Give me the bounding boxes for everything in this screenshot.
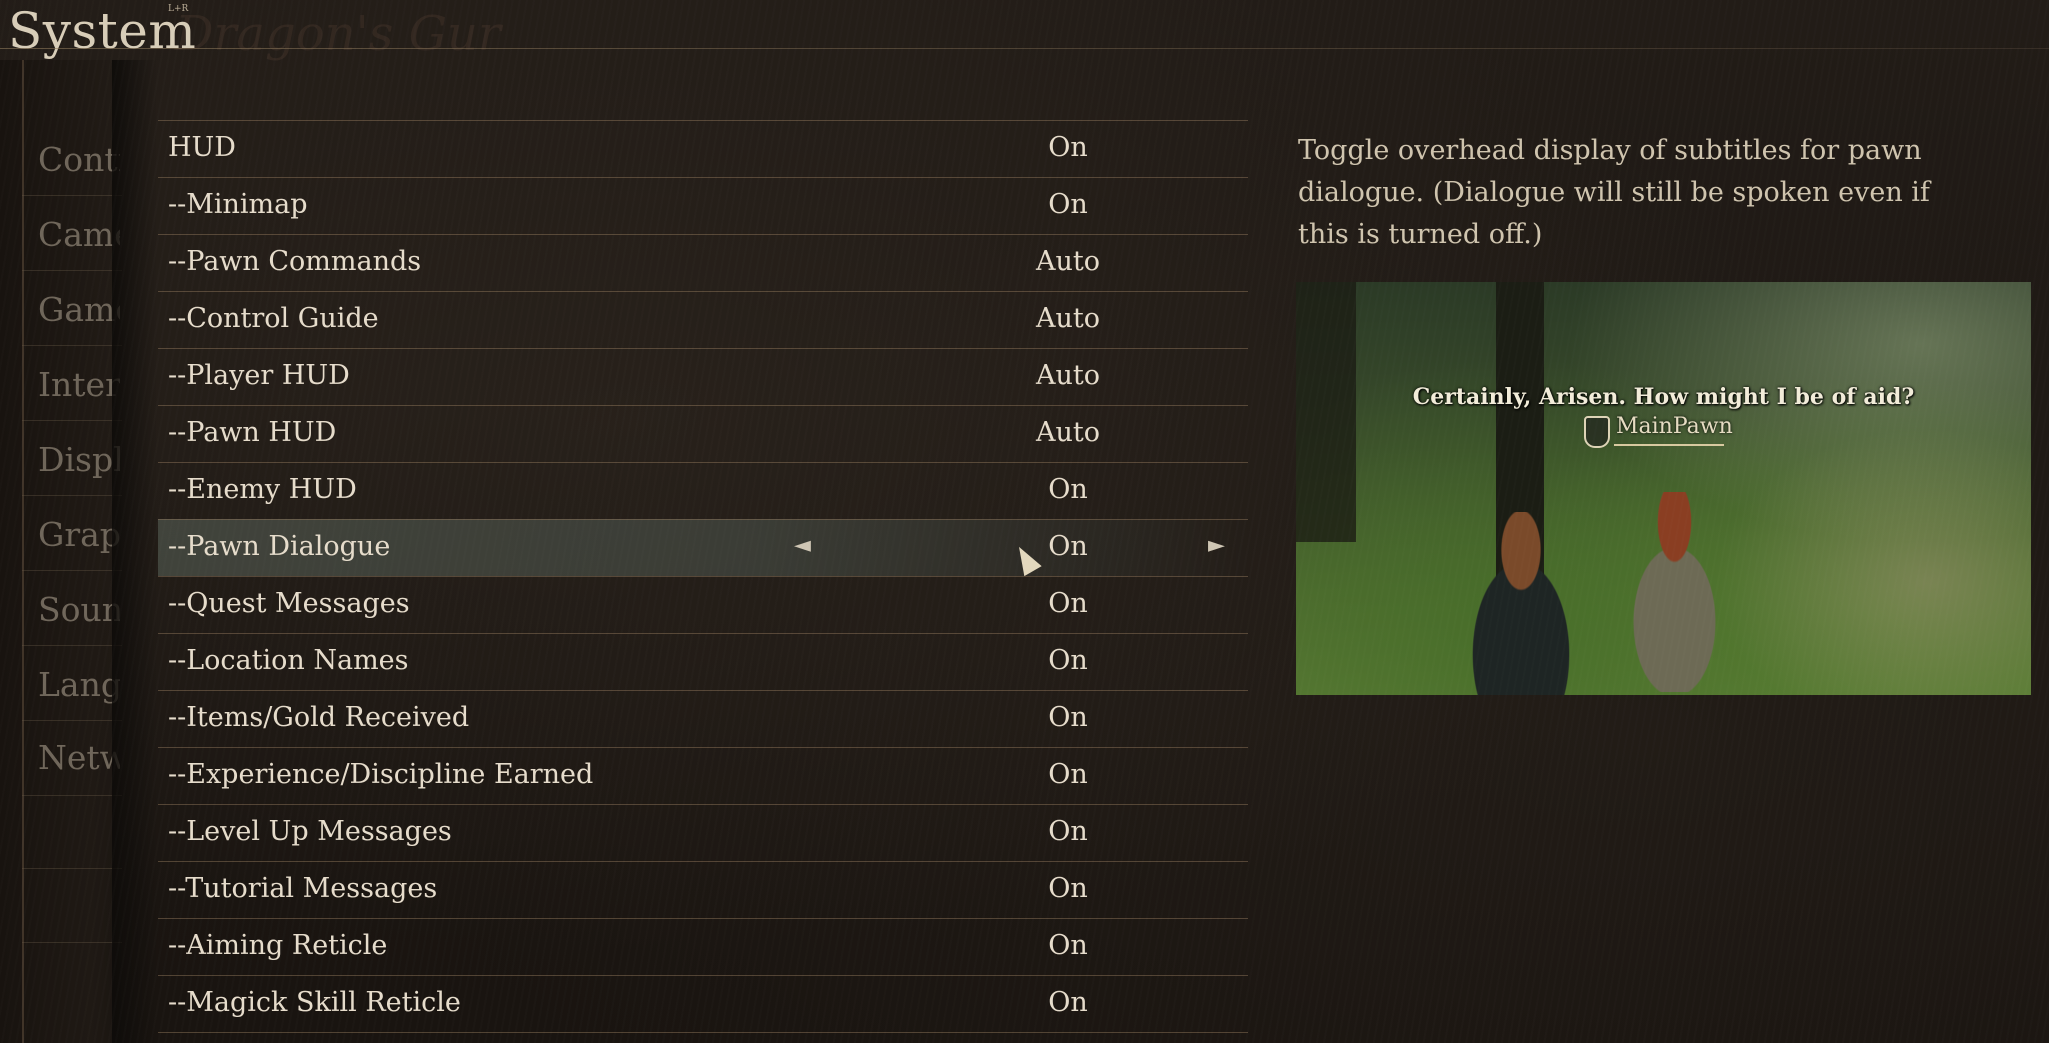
setting-value[interactable]: On [978, 189, 1158, 220]
system-settings-screen: Dragon's Gur System L+R Controls Camera … [0, 0, 2049, 1043]
setting-value[interactable]: On [978, 474, 1158, 505]
sidebar-item-language[interactable]: Language [38, 665, 120, 704]
setting-row-minimap[interactable]: --Minimap On [158, 177, 1248, 234]
header-watermark: Dragon's Gur [175, 6, 501, 62]
setting-label: --Pawn HUD [168, 417, 337, 448]
setting-value[interactable]: Auto [978, 360, 1158, 391]
divider [22, 645, 122, 646]
setting-value[interactable]: Auto [978, 246, 1158, 277]
sidebar-item-camera[interactable]: Camera [38, 215, 120, 254]
setting-row-pawn-hud[interactable]: --Pawn HUD Auto [158, 405, 1248, 462]
setting-value[interactable]: On [978, 987, 1158, 1018]
setting-label: --Tutorial Messages [168, 873, 438, 904]
sidebar-item-sound[interactable]: Sound [38, 590, 120, 629]
setting-row-experience-discipline-earned[interactable]: --Experience/Discipline Earned On [158, 747, 1248, 804]
setting-value[interactable]: On [978, 816, 1158, 847]
sidebar-shadow [112, 60, 157, 1043]
setting-row-control-guide[interactable]: --Control Guide Auto [158, 291, 1248, 348]
setting-value[interactable]: On [978, 645, 1158, 676]
setting-row-quest-messages[interactable]: --Quest Messages On [158, 576, 1248, 633]
divider [22, 795, 122, 796]
sidebar-item-network[interactable]: Network [38, 738, 120, 777]
preview-pawn-figure [1616, 492, 1746, 692]
divider [22, 420, 122, 421]
setting-row-player-hud[interactable]: --Player HUD Auto [158, 348, 1248, 405]
preview-subtitle: Certainly, Arisen. How might I be of aid… [1412, 384, 1915, 410]
setting-value[interactable]: Auto [978, 303, 1158, 334]
setting-row-pawn-dialogue[interactable]: --Pawn Dialogue ◄ On ► [158, 519, 1248, 577]
setting-row-items-gold-received[interactable]: --Items/Gold Received On [158, 690, 1248, 747]
setting-label: --Control Guide [168, 303, 379, 334]
divider [22, 868, 122, 869]
divider [22, 942, 122, 943]
setting-label: --Experience/Discipline Earned [168, 759, 594, 790]
divider [22, 495, 122, 496]
sidebar-item-game[interactable]: Game [38, 290, 120, 329]
setting-label: --Location Names [168, 645, 409, 676]
setting-description: Toggle overhead display of subtitles for… [1298, 135, 1930, 250]
setting-row-pawn-commands[interactable]: --Pawn Commands Auto [158, 234, 1248, 291]
setting-label: HUD [168, 132, 236, 163]
header: Dragon's Gur System L+R [0, 0, 2049, 62]
setting-value[interactable]: On [978, 873, 1158, 904]
sidebar-item-display[interactable]: Display [38, 440, 120, 479]
setting-row-magick-skill-reticle[interactable]: --Magick Skill Reticle On [158, 975, 1248, 1033]
setting-value[interactable]: On [978, 702, 1158, 733]
pawn-name-underline [1614, 444, 1724, 446]
setting-label: --Pawn Dialogue [168, 531, 391, 562]
setting-label: --Aiming Reticle [168, 930, 388, 961]
sidebar-rule [22, 60, 24, 1043]
divider [22, 720, 122, 721]
setting-label: --Items/Gold Received [168, 702, 470, 733]
setting-label: --Enemy HUD [168, 474, 357, 505]
header-divider [0, 48, 2049, 49]
setting-value[interactable]: On [978, 930, 1158, 961]
setting-label: --Player HUD [168, 360, 350, 391]
setting-row-hud[interactable]: HUD On [158, 120, 1248, 177]
arrow-right-icon[interactable]: ► [1208, 533, 1225, 558]
sidebar-item-controls[interactable]: Controls [38, 140, 120, 179]
setting-row-enemy-hud[interactable]: --Enemy HUD On [158, 462, 1248, 519]
setting-row-level-up-messages[interactable]: --Level Up Messages On [158, 804, 1248, 861]
setting-value[interactable]: Auto [978, 417, 1158, 448]
setting-value[interactable]: On [978, 531, 1158, 562]
preview-tree [1296, 282, 1356, 542]
setting-row-location-names[interactable]: --Location Names On [158, 633, 1248, 690]
setting-label: --Pawn Commands [168, 246, 422, 277]
setting-label: --Level Up Messages [168, 816, 452, 847]
divider [22, 570, 122, 571]
setting-label: --Quest Messages [168, 588, 410, 619]
setting-value[interactable]: On [978, 588, 1158, 619]
pawn-name: MainPawn [1616, 414, 1733, 439]
sidebar-item-interface[interactable]: Interface [38, 365, 120, 404]
preview-arisen-figure [1446, 512, 1596, 695]
setting-row-tutorial-messages[interactable]: --Tutorial Messages On [158, 861, 1248, 918]
arrow-left-icon[interactable]: ◄ [794, 533, 811, 558]
setting-label: --Magick Skill Reticle [168, 987, 461, 1018]
pawn-shield-icon [1584, 416, 1610, 448]
setting-value[interactable]: On [978, 132, 1158, 163]
sidebar-item-graphics[interactable]: Graphics [38, 515, 120, 554]
setting-value[interactable]: On [978, 759, 1158, 790]
divider [22, 345, 122, 346]
preview-image: Certainly, Arisen. How might I be of aid… [1296, 282, 2031, 695]
header-small-text: L+R [168, 4, 189, 14]
settings-list: HUD On --Minimap On --Pawn Commands Auto… [158, 120, 1248, 1033]
setting-label: --Minimap [168, 189, 308, 220]
divider [22, 270, 122, 271]
divider [22, 195, 122, 196]
setting-row-aiming-reticle[interactable]: --Aiming Reticle On [158, 918, 1248, 975]
